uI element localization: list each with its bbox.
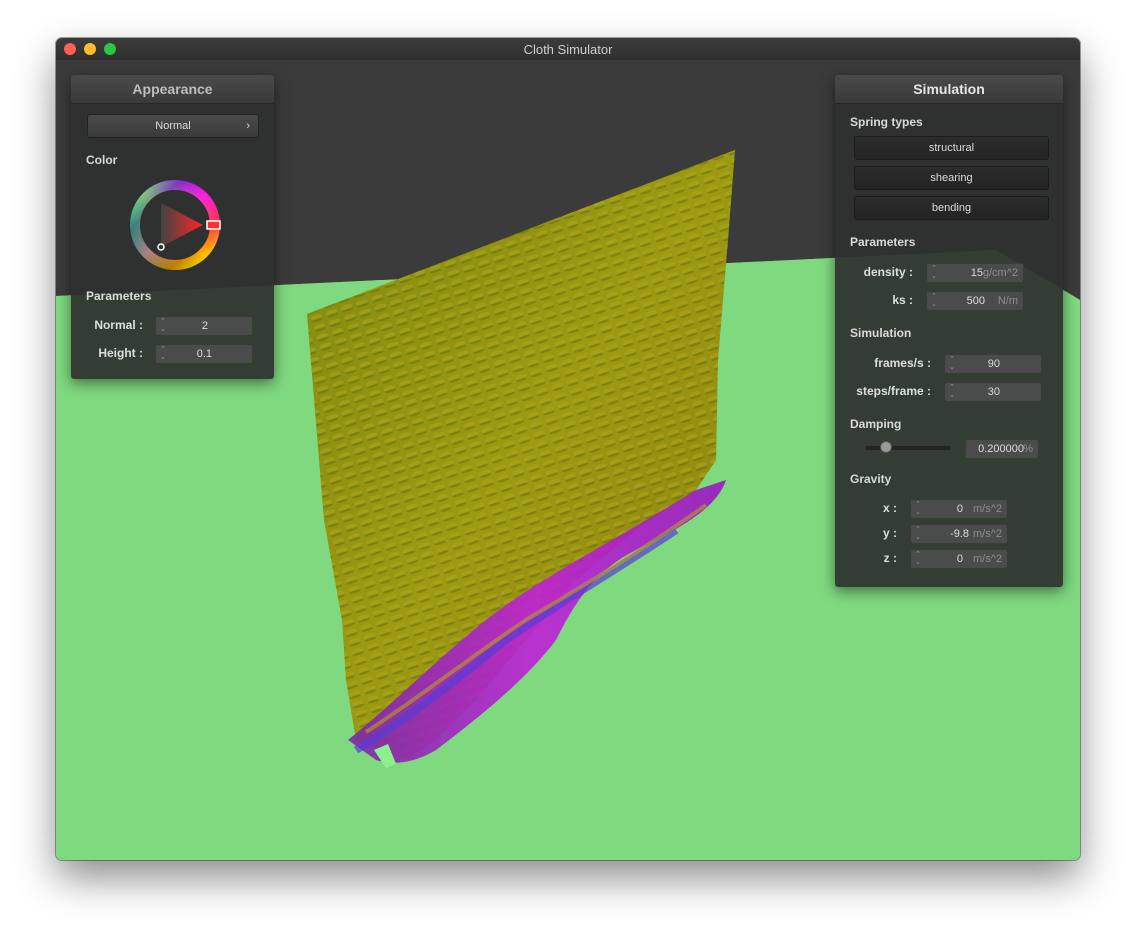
hue-selector[interactable]: [206, 220, 221, 230]
gravity-x-value: 0: [956, 503, 963, 515]
gravity-x-label: x :: [882, 501, 897, 515]
sim-parameters-label: Parameters: [850, 235, 916, 249]
gravity-z-unit: m/s^2: [973, 553, 1002, 565]
height-label: Height :: [98, 346, 143, 360]
density-unit: g/cm^2: [982, 267, 1018, 279]
density-value: 15: [970, 267, 983, 279]
spring-types-label: Spring types: [850, 115, 923, 129]
frames-label: frames/s :: [874, 356, 931, 370]
density-label: density :: [863, 265, 913, 279]
shader-dropdown-value: Normal: [155, 120, 191, 132]
appearance-panel: Appearance Normal › Color Parameters Nor…: [71, 75, 274, 379]
frames-value: 90: [987, 358, 1000, 370]
gravity-y-input[interactable]: ⌃ ⌄ -9.8 m/s^2: [910, 524, 1008, 544]
height-input[interactable]: ⌃ ⌄ 0.1: [155, 344, 253, 364]
spring-structural-button[interactable]: structural: [854, 136, 1049, 160]
height-value: 0.1: [196, 348, 212, 360]
normal-value: 2: [201, 320, 208, 332]
gravity-y-label: y :: [882, 526, 897, 540]
appearance-parameters-label: Parameters: [86, 289, 152, 303]
simulation-header: Simulation: [835, 75, 1063, 104]
steps-label: steps/frame :: [856, 384, 931, 398]
steps-input[interactable]: ⌃ ⌄ 30: [944, 382, 1042, 402]
window-title: Cloth Simulator: [523, 42, 613, 57]
spring-bending-button[interactable]: bending: [854, 196, 1049, 220]
damping-input[interactable]: 0.200000 %: [965, 439, 1039, 459]
gravity-x-unit: m/s^2: [973, 503, 1002, 515]
shader-dropdown[interactable]: Normal ›: [87, 114, 259, 138]
damping-label: Damping: [850, 417, 902, 431]
density-input[interactable]: ⌃ ⌄ 15 g/cm^2: [926, 263, 1024, 283]
gravity-z-label: z :: [883, 551, 897, 565]
ks-value: 500: [966, 295, 985, 307]
gravity-y-value: -9.8: [950, 528, 969, 540]
normal-label: Normal :: [94, 318, 143, 332]
steps-value: 30: [987, 386, 1000, 398]
chevron-right-icon: ›: [246, 120, 250, 132]
simulation-panel: Simulation Spring types structural shear…: [835, 75, 1063, 587]
gravity-z-value: 0: [956, 553, 963, 565]
color-wheel[interactable]: [129, 179, 221, 271]
spring-shearing-button[interactable]: shearing: [854, 166, 1049, 190]
damping-slider[interactable]: [865, 446, 951, 450]
frames-input[interactable]: ⌃ ⌄ 90: [944, 354, 1042, 374]
title-bar[interactable]: Cloth Simulator: [56, 38, 1080, 61]
color-label: Color: [86, 153, 118, 167]
gravity-x-input[interactable]: ⌃ ⌄ 0 m/s^2: [910, 499, 1008, 519]
ks-unit: N/m: [997, 295, 1018, 307]
ks-input[interactable]: ⌃ ⌄ 500 N/m: [926, 291, 1024, 311]
damping-value: 0.200000: [978, 443, 1024, 455]
damping-slider-knob[interactable]: [880, 441, 893, 453]
normal-input[interactable]: ⌃ ⌄ 2: [155, 316, 253, 336]
gravity-label: Gravity: [850, 472, 892, 486]
app-window: Cloth Simulator Appearance Normal › Colo…: [56, 38, 1080, 860]
appearance-header: Appearance: [71, 75, 274, 104]
simulation-section-label: Simulation: [850, 326, 912, 340]
gravity-z-input[interactable]: ⌃ ⌄ 0 m/s^2: [910, 549, 1008, 569]
ks-label: ks :: [892, 293, 913, 307]
damping-unit: %: [1023, 443, 1033, 455]
gravity-y-unit: m/s^2: [973, 528, 1002, 540]
